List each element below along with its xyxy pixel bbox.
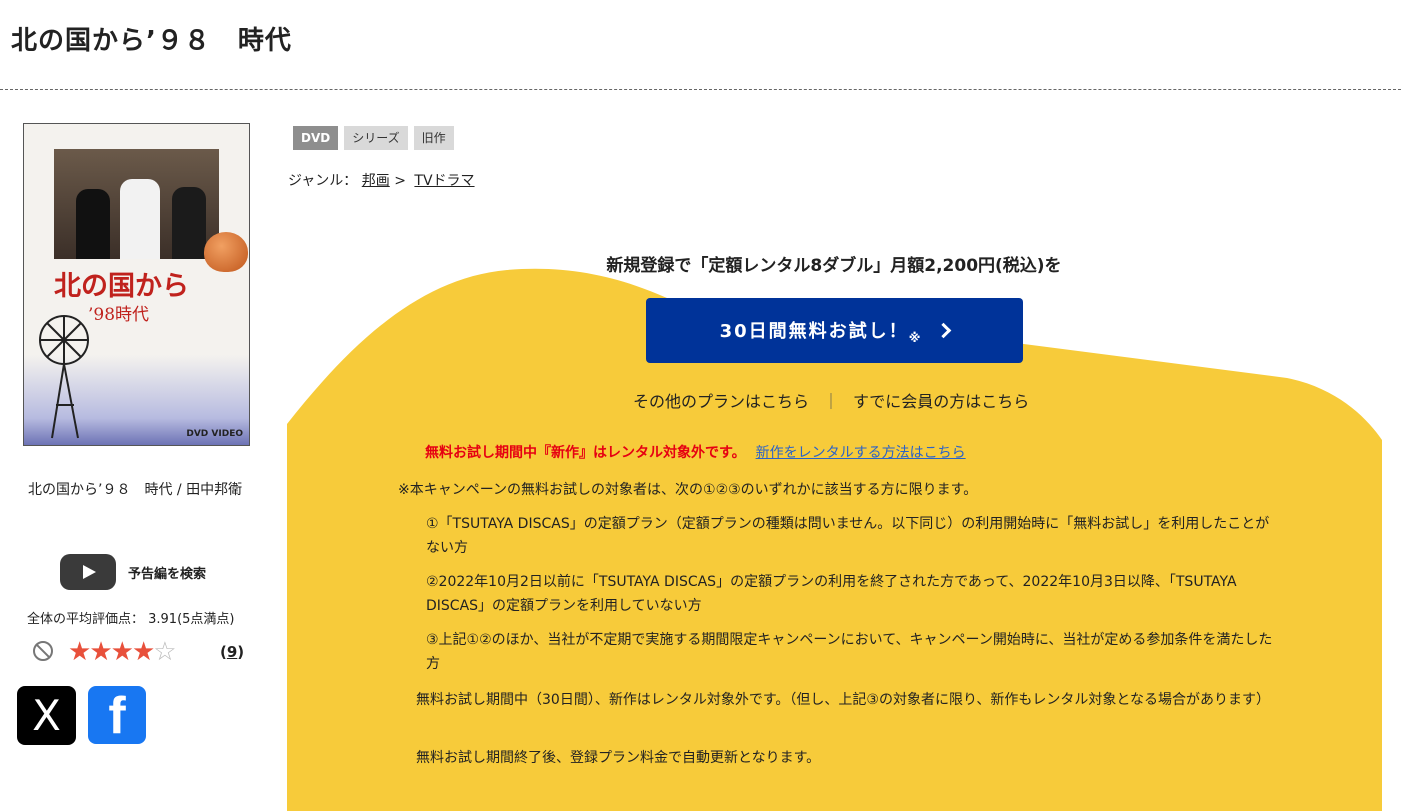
eligibility-note: ※本キャンペーンの無料お試しの対象者は、次の①②③のいずれかに該当する方に限りま… (398, 482, 978, 498)
free-trial-button[interactable]: 30日間無料お試し！※ (646, 298, 1023, 363)
existing-member-link[interactable]: すでに会員の方はこちら (853, 392, 1029, 411)
dvd-jacket-image[interactable]: 北の国から ’98時代 DVD VIDEO (23, 123, 250, 446)
star-empty-icon: ☆ (153, 637, 176, 667)
star-icon: ★ (110, 637, 134, 667)
badge-dvd: DVD (293, 126, 339, 150)
eligibility-condition-2: ②2022年10月2日以前に「TSUTAYA DISCAS」の定額プランの利用を… (426, 574, 1237, 614)
rating-row: ★★★★☆ (9) (30, 638, 250, 668)
facebook-logo-icon: f (108, 687, 126, 745)
star-icon: ★ (89, 637, 112, 667)
windmill-graphic (39, 315, 89, 439)
jacket-photo (54, 149, 219, 259)
plan-links-divider: ｜ (823, 392, 840, 411)
trial-new-release-note: 無料お試し期間中（30日間）、新作はレンタル対象外です。（但し、上記③の対象者に… (416, 692, 1270, 708)
new-release-rental-link[interactable]: 新作をレンタルする方法はこちら (756, 445, 966, 461)
not-interested-icon[interactable] (33, 641, 53, 661)
format-badges: DVD シリーズ 旧作 (293, 126, 454, 150)
campaign-headline: 新規登録で「定額レンタル8ダブル」月額2,200円(税込)を (606, 256, 1062, 276)
genre-separator: > (394, 173, 406, 189)
review-count[interactable]: (9) (220, 643, 244, 661)
free-trial-label: 30日間無料お試し！※ (719, 320, 921, 345)
plan-links: その他のプランはこちら ｜ すでに会員の方はこちら (633, 388, 1029, 412)
eligibility-condition-1: ①「TSUTAYA DISCAS」の定額プラン（定額プランの種類は問いません。以… (426, 516, 1270, 556)
badge-series: シリーズ (344, 126, 408, 150)
share-facebook-button[interactable]: f (88, 686, 146, 744)
other-plans-link[interactable]: その他のプランはこちら (633, 392, 809, 411)
chevron-right-icon (936, 322, 952, 339)
average-rating-text: 全体の平均評価点： 3.91(5点満点) (27, 612, 235, 627)
review-count-close: ) (237, 643, 245, 661)
genre-link-tvdrama[interactable]: TVドラマ (414, 173, 474, 189)
eligibility-condition-3: ③上記①②のほか、当社が不定期で実施する期間限定キャンペーンにおいて、キャンペー… (426, 632, 1273, 672)
share-x-button[interactable]: X (17, 686, 76, 745)
star-rating[interactable]: ★★★★☆ (68, 637, 177, 667)
genre-label: ジャンル： (288, 173, 358, 189)
page-title: 北の国から’９８ 時代 (11, 26, 292, 56)
genre-link-hougа[interactable]: 邦画 (362, 173, 390, 189)
trailer-search-button[interactable]: 予告編を検索 (60, 554, 206, 590)
dvd-video-logo: DVD VIDEO (186, 429, 243, 439)
review-count-link[interactable]: 9 (227, 643, 237, 661)
star-icon: ★ (68, 637, 91, 667)
work-caption: 北の国から’９８ 時代 / 田中邦衛 (28, 482, 243, 498)
badge-old-release: 旧作 (413, 126, 454, 150)
new-release-warning: 無料お試し期間中『新作』はレンタル対象外です。 新作をレンタルする方法はこちら (425, 442, 966, 462)
header-divider (0, 89, 1401, 90)
youtube-play-icon (60, 554, 116, 590)
star-icon: ★ (131, 637, 155, 667)
x-logo-icon: X (32, 691, 61, 740)
genre-breadcrumb: ジャンル： 邦画 > TVドラマ (288, 170, 475, 190)
trailer-search-label: 予告編を検索 (128, 566, 207, 582)
auto-renewal-note: 無料お試し期間終了後、登録プラン料金で自動更新となります。 (416, 750, 821, 766)
review-count-open: ( (220, 643, 227, 661)
warning-text: 無料お試し期間中『新作』はレンタル対象外です。 (425, 445, 746, 461)
